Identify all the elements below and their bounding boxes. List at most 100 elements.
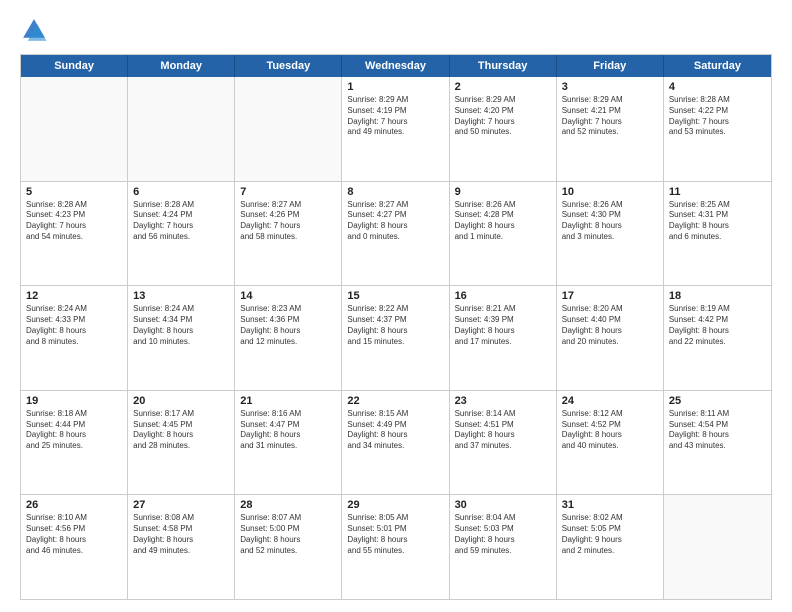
day-cell-15: 15 Sunrise: 8:22 AM Sunset: 4:37 PM Dayli…	[342, 286, 449, 390]
day-cell-31: 31 Sunrise: 8:02 AM Sunset: 5:05 PM Dayli…	[557, 495, 664, 599]
day-number: 24	[562, 395, 658, 407]
day-cell-6: 6 Sunrise: 8:28 AM Sunset: 4:24 PM Daylig…	[128, 182, 235, 286]
day-number: 11	[669, 186, 766, 198]
day-cell-29: 29 Sunrise: 8:05 AM Sunset: 5:01 PM Dayli…	[342, 495, 449, 599]
day-number: 15	[347, 290, 443, 302]
calendar-header: SundayMondayTuesdayWednesdayThursdayFrid…	[21, 55, 771, 77]
weekday-header-tuesday: Tuesday	[235, 55, 342, 77]
page: SundayMondayTuesdayWednesdayThursdayFrid…	[0, 0, 792, 612]
day-cell-5: 5 Sunrise: 8:28 AM Sunset: 4:23 PM Daylig…	[21, 182, 128, 286]
header	[20, 16, 772, 44]
day-cell-28: 28Sunrise: 8:07 AM Sunset: 5:00 PM Dayli…	[235, 495, 342, 599]
calendar: SundayMondayTuesdayWednesdayThursdayFrid…	[20, 54, 772, 600]
day-cell-9: 9 Sunrise: 8:26 AM Sunset: 4:28 PM Daylig…	[450, 182, 557, 286]
day-cell-14: 14Sunrise: 8:23 AM Sunset: 4:36 PM Dayli…	[235, 286, 342, 390]
day-number: 18	[669, 290, 766, 302]
day-detail: Sunrise: 8:17 AM Sunset: 4:45 PM Dayligh…	[133, 409, 229, 452]
day-number: 30	[455, 499, 551, 511]
logo-icon	[20, 16, 48, 44]
day-number: 29	[347, 499, 443, 511]
day-number: 5	[26, 186, 122, 198]
day-cell-25: 25 Sunrise: 8:11 AM Sunset: 4:54 PM Dayli…	[664, 391, 771, 495]
day-detail: Sunrise: 8:26 AM Sunset: 4:28 PM Dayligh…	[455, 200, 551, 243]
day-cell-23: 23 Sunrise: 8:14 AM Sunset: 4:51 PM Dayli…	[450, 391, 557, 495]
day-number: 2	[455, 81, 551, 93]
day-number: 14	[240, 290, 336, 302]
day-cell-7: 7 Sunrise: 8:27 AM Sunset: 4:26 PM Daylig…	[235, 182, 342, 286]
day-number: 28	[240, 499, 336, 511]
day-detail: Sunrise: 8:04 AM Sunset: 5:03 PM Dayligh…	[455, 513, 551, 556]
weekday-header-wednesday: Wednesday	[342, 55, 449, 77]
day-cell-13: 13Sunrise: 8:24 AM Sunset: 4:34 PM Dayli…	[128, 286, 235, 390]
day-cell-12: 12Sunrise: 8:24 AM Sunset: 4:33 PM Dayli…	[21, 286, 128, 390]
day-cell-4: 4 Sunrise: 8:28 AM Sunset: 4:22 PM Daylig…	[664, 77, 771, 181]
day-number: 4	[669, 81, 766, 93]
calendar-row-1: 1 Sunrise: 8:29 AM Sunset: 4:19 PM Daylig…	[21, 77, 771, 182]
empty-cell-r0c2	[235, 77, 342, 181]
day-detail: Sunrise: 8:29 AM Sunset: 4:19 PM Dayligh…	[347, 95, 443, 138]
day-number: 31	[562, 499, 658, 511]
day-detail: Sunrise: 8:11 AM Sunset: 4:54 PM Dayligh…	[669, 409, 766, 452]
day-cell-16: 16Sunrise: 8:21 AM Sunset: 4:39 PM Dayli…	[450, 286, 557, 390]
day-detail: Sunrise: 8:28 AM Sunset: 4:22 PM Dayligh…	[669, 95, 766, 138]
day-number: 3	[562, 81, 658, 93]
calendar-row-2: 5 Sunrise: 8:28 AM Sunset: 4:23 PM Daylig…	[21, 182, 771, 287]
weekday-header-sunday: Sunday	[21, 55, 128, 77]
day-detail: Sunrise: 8:27 AM Sunset: 4:26 PM Dayligh…	[240, 200, 336, 243]
day-detail: Sunrise: 8:22 AM Sunset: 4:37 PM Dayligh…	[347, 304, 443, 347]
day-number: 25	[669, 395, 766, 407]
day-cell-27: 27 Sunrise: 8:08 AM Sunset: 4:58 PM Dayli…	[128, 495, 235, 599]
calendar-row-3: 12Sunrise: 8:24 AM Sunset: 4:33 PM Dayli…	[21, 286, 771, 391]
day-number: 22	[347, 395, 443, 407]
day-number: 26	[26, 499, 122, 511]
day-detail: Sunrise: 8:28 AM Sunset: 4:24 PM Dayligh…	[133, 200, 229, 243]
calendar-row-4: 19Sunrise: 8:18 AM Sunset: 4:44 PM Dayli…	[21, 391, 771, 496]
day-number: 20	[133, 395, 229, 407]
day-number: 10	[562, 186, 658, 198]
weekday-header-thursday: Thursday	[450, 55, 557, 77]
empty-cell-r4c6	[664, 495, 771, 599]
day-cell-10: 10 Sunrise: 8:26 AM Sunset: 4:30 PM Dayli…	[557, 182, 664, 286]
day-detail: Sunrise: 8:16 AM Sunset: 4:47 PM Dayligh…	[240, 409, 336, 452]
day-number: 6	[133, 186, 229, 198]
day-number: 23	[455, 395, 551, 407]
day-detail: Sunrise: 8:20 AM Sunset: 4:40 PM Dayligh…	[562, 304, 658, 347]
day-cell-21: 21 Sunrise: 8:16 AM Sunset: 4:47 PM Dayli…	[235, 391, 342, 495]
day-detail: Sunrise: 8:29 AM Sunset: 4:21 PM Dayligh…	[562, 95, 658, 138]
day-number: 16	[455, 290, 551, 302]
day-detail: Sunrise: 8:15 AM Sunset: 4:49 PM Dayligh…	[347, 409, 443, 452]
day-cell-8: 8 Sunrise: 8:27 AM Sunset: 4:27 PM Daylig…	[342, 182, 449, 286]
day-cell-11: 11 Sunrise: 8:25 AM Sunset: 4:31 PM Dayli…	[664, 182, 771, 286]
day-number: 9	[455, 186, 551, 198]
day-detail: Sunrise: 8:26 AM Sunset: 4:30 PM Dayligh…	[562, 200, 658, 243]
day-cell-1: 1 Sunrise: 8:29 AM Sunset: 4:19 PM Daylig…	[342, 77, 449, 181]
day-number: 8	[347, 186, 443, 198]
day-cell-17: 17 Sunrise: 8:20 AM Sunset: 4:40 PM Dayli…	[557, 286, 664, 390]
empty-cell-r0c0	[21, 77, 128, 181]
day-detail: Sunrise: 8:14 AM Sunset: 4:51 PM Dayligh…	[455, 409, 551, 452]
day-number: 12	[26, 290, 122, 302]
day-number: 17	[562, 290, 658, 302]
day-detail: Sunrise: 8:08 AM Sunset: 4:58 PM Dayligh…	[133, 513, 229, 556]
day-detail: Sunrise: 8:25 AM Sunset: 4:31 PM Dayligh…	[669, 200, 766, 243]
day-detail: Sunrise: 8:05 AM Sunset: 5:01 PM Dayligh…	[347, 513, 443, 556]
day-detail: Sunrise: 8:02 AM Sunset: 5:05 PM Dayligh…	[562, 513, 658, 556]
day-number: 19	[26, 395, 122, 407]
day-cell-24: 24 Sunrise: 8:12 AM Sunset: 4:52 PM Dayli…	[557, 391, 664, 495]
day-cell-19: 19Sunrise: 8:18 AM Sunset: 4:44 PM Dayli…	[21, 391, 128, 495]
day-number: 1	[347, 81, 443, 93]
weekday-header-monday: Monday	[128, 55, 235, 77]
day-number: 21	[240, 395, 336, 407]
day-detail: Sunrise: 8:10 AM Sunset: 4:56 PM Dayligh…	[26, 513, 122, 556]
day-detail: Sunrise: 8:28 AM Sunset: 4:23 PM Dayligh…	[26, 200, 122, 243]
day-cell-26: 26 Sunrise: 8:10 AM Sunset: 4:56 PM Dayli…	[21, 495, 128, 599]
day-detail: Sunrise: 8:27 AM Sunset: 4:27 PM Dayligh…	[347, 200, 443, 243]
weekday-header-friday: Friday	[557, 55, 664, 77]
calendar-row-5: 26 Sunrise: 8:10 AM Sunset: 4:56 PM Dayli…	[21, 495, 771, 599]
day-number: 27	[133, 499, 229, 511]
day-number: 13	[133, 290, 229, 302]
day-detail: Sunrise: 8:19 AM Sunset: 4:42 PM Dayligh…	[669, 304, 766, 347]
day-cell-18: 18 Sunrise: 8:19 AM Sunset: 4:42 PM Dayli…	[664, 286, 771, 390]
day-detail: Sunrise: 8:12 AM Sunset: 4:52 PM Dayligh…	[562, 409, 658, 452]
day-number: 7	[240, 186, 336, 198]
